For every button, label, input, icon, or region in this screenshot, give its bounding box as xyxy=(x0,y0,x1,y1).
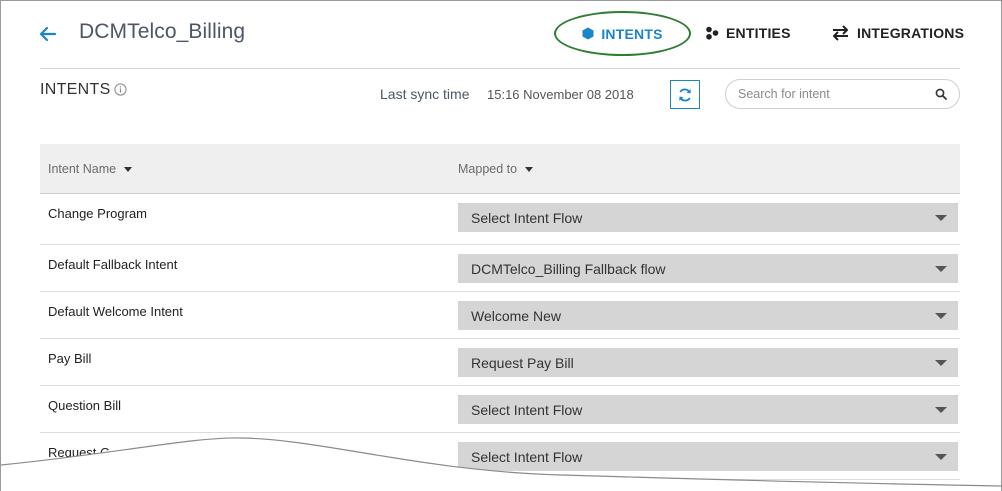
dropdown-arrow-icon xyxy=(935,360,947,366)
tab-entities-label: ENTITIES xyxy=(726,25,791,41)
mapped-flow-select[interactable]: Select Intent Flow xyxy=(458,203,958,232)
table-body: Change Program Select Intent Flow Defaul… xyxy=(40,194,960,480)
intents-table: Intent Name Mapped to Change Program Sel… xyxy=(40,144,960,480)
mapped-flow-select[interactable]: Select Intent Flow xyxy=(458,395,958,424)
select-value: Select Intent Flow xyxy=(471,448,583,465)
entities-icon xyxy=(705,26,719,40)
table-header: Intent Name Mapped to xyxy=(40,144,960,194)
table-row: Pay Bill Request Pay Bill xyxy=(40,339,960,386)
tab-entities[interactable]: ENTITIES xyxy=(705,15,791,51)
intent-name: Default Fallback Intent xyxy=(48,257,178,272)
header-divider xyxy=(40,68,960,69)
select-value: Select Intent Flow xyxy=(471,209,583,226)
dropdown-arrow-icon xyxy=(935,266,947,272)
column-header-label: Intent Name xyxy=(48,162,117,176)
table-row: Default Welcome Intent Welcome New xyxy=(40,292,960,339)
table-row: Question Bill Select Intent Flow xyxy=(40,386,960,433)
mapped-flow-select[interactable]: Welcome New xyxy=(458,301,958,330)
intent-name: Pay Bill xyxy=(48,351,92,366)
mapped-flow-select[interactable]: DCMTelco_Billing Fallback flow xyxy=(458,254,958,283)
tab-intents[interactable]: INTENTS xyxy=(554,11,691,56)
dropdown-arrow-icon xyxy=(935,313,947,319)
mapped-flow-select[interactable]: Request Pay Bill xyxy=(458,348,958,377)
intent-name: Change Program xyxy=(48,206,147,221)
refresh-icon xyxy=(679,88,691,101)
tab-integrations[interactable]: INTEGRATIONS xyxy=(831,15,964,51)
table-row: Default Fallback Intent DCMTelco_Billing… xyxy=(40,245,960,292)
sync-time: 15:16 November 08 2018 xyxy=(487,87,634,102)
select-value: DCMTelco_Billing Fallback flow xyxy=(471,260,666,277)
intent-name: Question Bill xyxy=(48,398,121,413)
intent-name: Request C xyxy=(48,445,110,460)
dropdown-arrow-icon xyxy=(935,407,947,413)
back-arrow-icon[interactable] xyxy=(37,23,59,45)
table-row: Request C Select Intent Flow xyxy=(40,433,960,480)
search-box[interactable] xyxy=(725,79,960,109)
column-header-label: Mapped to xyxy=(458,162,518,176)
search-icon[interactable] xyxy=(935,88,947,100)
table-row: Change Program Select Intent Flow xyxy=(40,194,960,245)
column-header-intent-name[interactable]: Intent Name xyxy=(48,162,133,176)
select-value: Select Intent Flow xyxy=(471,401,583,418)
tab-integrations-label: INTEGRATIONS xyxy=(857,25,965,41)
sort-caret-icon xyxy=(124,166,133,172)
sync-button[interactable] xyxy=(670,80,700,109)
select-value: Request Pay Bill xyxy=(471,354,574,371)
intent-name: Default Welcome Intent xyxy=(48,304,183,319)
app-title: DCMTelco_Billing xyxy=(79,20,246,43)
search-input[interactable] xyxy=(738,87,935,101)
app-window: DCMTelco_Billing INTENTS ENTITIES INTEGR… xyxy=(0,0,1002,491)
column-header-mapped-to[interactable]: Mapped to xyxy=(458,162,534,176)
mapped-flow-select[interactable]: Select Intent Flow xyxy=(458,442,958,471)
select-value: Welcome New xyxy=(471,307,561,324)
info-icon[interactable] xyxy=(114,83,127,96)
section-title: INTENTS xyxy=(40,81,111,98)
dropdown-arrow-icon xyxy=(935,454,947,460)
sort-caret-icon xyxy=(525,166,534,172)
dropdown-arrow-icon xyxy=(935,215,947,221)
highlight-ellipse xyxy=(554,11,691,56)
swap-arrows-icon xyxy=(831,25,850,41)
sync-label: Last sync time xyxy=(380,86,470,102)
